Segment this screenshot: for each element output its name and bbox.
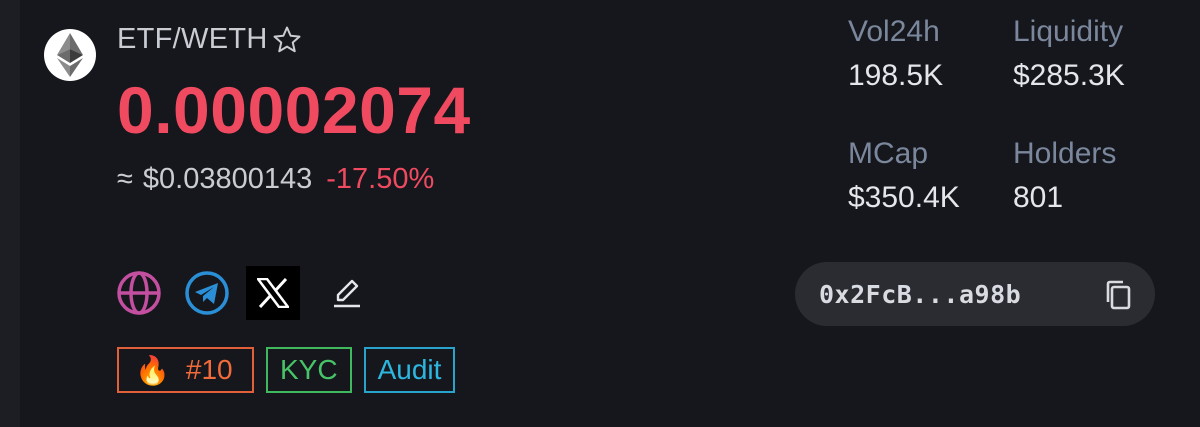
copy-icon[interactable] — [1103, 279, 1133, 311]
stat-value: 198.5K — [848, 59, 944, 92]
stat-mcap: MCap $350.4K — [848, 137, 960, 215]
ethereum-icon — [44, 29, 96, 81]
stat-label: MCap — [848, 137, 929, 170]
stat-value: 801 — [1013, 181, 1064, 214]
token-badges: 🔥 #10 KYC Audit — [117, 347, 467, 393]
stat-holders: Holders 801 — [1013, 137, 1116, 215]
stat-vol24h: Vol24h 198.5K — [848, 15, 943, 93]
rank-value: #10 — [185, 354, 233, 385]
kyc-badge[interactable]: KYC — [266, 347, 352, 393]
x-logo-icon[interactable] — [246, 266, 300, 320]
usd-price: $0.03800143 — [142, 163, 313, 195]
contract-address-pill[interactable]: 0x2FcB...a98b — [795, 262, 1155, 326]
usd-price-row: ≈ $0.03800143 -17.50% — [117, 163, 434, 196]
edit-pencil-icon[interactable] — [330, 276, 364, 310]
approx-symbol: ≈ — [117, 163, 133, 195]
stat-liquidity: Liquidity $285.3K — [1013, 15, 1125, 93]
audit-badge[interactable]: Audit — [363, 347, 456, 393]
star-outline-icon[interactable] — [272, 25, 302, 55]
stat-value: $350.4K — [848, 181, 960, 214]
telegram-icon[interactable] — [182, 268, 232, 318]
globe-icon[interactable] — [114, 268, 164, 318]
stat-label: Holders — [1013, 137, 1117, 170]
price-change: -17.50% — [326, 163, 435, 195]
stat-label: Liquidity — [1013, 15, 1124, 48]
stat-value: $285.3K — [1013, 59, 1125, 92]
left-edge-strip — [0, 0, 20, 427]
token-header-panel: ETF/WETH 0.00002074 ≈ $0.03800143 -17.50… — [0, 0, 1200, 427]
rank-badge[interactable]: 🔥 #10 — [117, 347, 254, 393]
pair-name: ETF/WETH — [117, 23, 268, 55]
pair-row: ETF/WETH — [117, 23, 302, 56]
token-price: 0.00002074 — [117, 73, 471, 147]
social-links — [114, 266, 364, 320]
fire-icon: 🔥 — [135, 354, 170, 386]
contract-address: 0x2FcB...a98b — [819, 279, 1022, 309]
stat-label: Vol24h — [848, 15, 940, 48]
